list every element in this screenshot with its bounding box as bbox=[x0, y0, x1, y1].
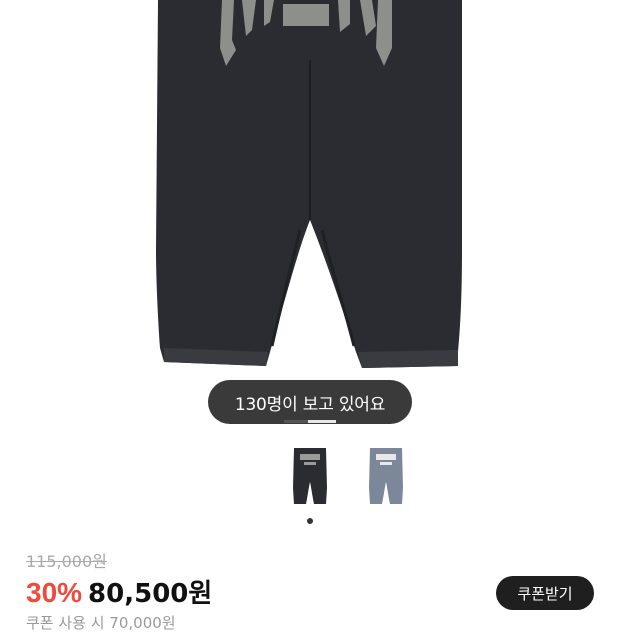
sale-price: 80,500원 bbox=[88, 579, 213, 609]
image-progress-fill bbox=[284, 420, 308, 423]
thumbnail-black[interactable] bbox=[286, 446, 334, 510]
original-price: 115,000원 bbox=[26, 552, 107, 571]
discount-rate: 30% bbox=[26, 577, 83, 608]
coupon-price-note: 쿠폰 사용 시 70,000원 bbox=[26, 614, 176, 632]
pants-illustration bbox=[156, 0, 462, 368]
selected-thumbnail-indicator bbox=[307, 518, 313, 524]
image-progress-bar bbox=[284, 420, 336, 423]
viewers-count-badge: 130명이 보고 있어요 bbox=[208, 380, 412, 424]
thumbnail-light-blue[interactable] bbox=[362, 446, 410, 510]
product-main-image[interactable] bbox=[0, 0, 620, 420]
get-coupon-button[interactable]: 쿠폰받기 bbox=[496, 576, 594, 610]
price-row: 30% 80,500원 bbox=[26, 573, 212, 610]
